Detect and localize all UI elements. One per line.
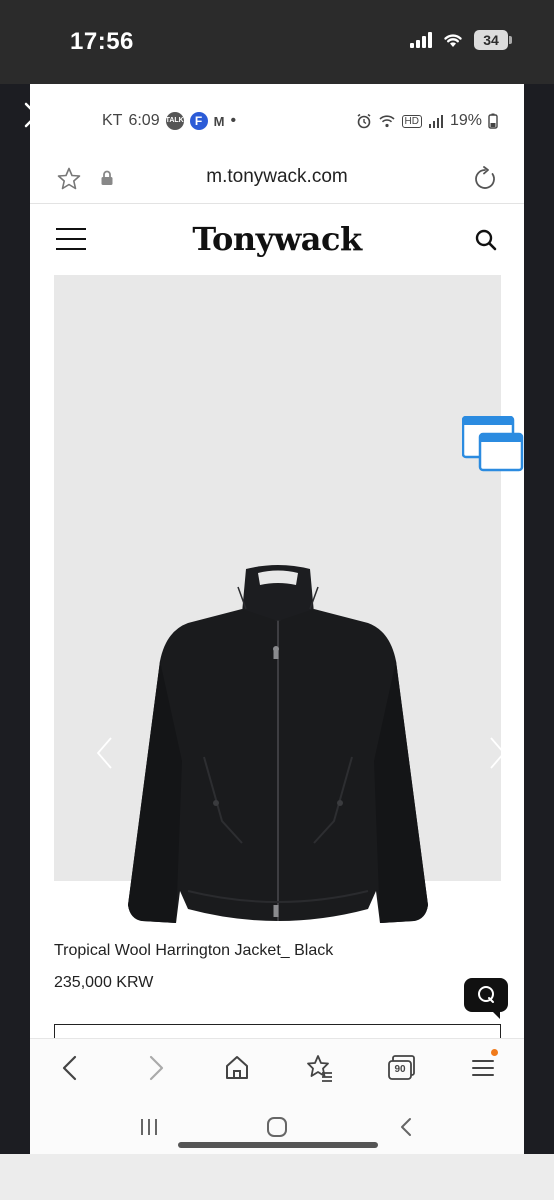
chat-q-icon [478, 986, 494, 1003]
ios-status-icons: 34 [410, 30, 512, 50]
system-back-icon[interactable] [394, 1114, 420, 1140]
cell-signal-icon [428, 115, 443, 128]
popup-window-icon[interactable] [462, 416, 524, 474]
ios-time: 17:56 [70, 28, 134, 55]
signal-icon [410, 32, 432, 48]
chat-button[interactable] [464, 978, 508, 1019]
carrier-label: KT [102, 112, 123, 129]
browser-bottom-nav: 90 [30, 1038, 524, 1098]
wifi-icon [444, 34, 462, 47]
android-time: 6:09 [128, 112, 160, 129]
left-side-strip [0, 84, 30, 1154]
kakaotalk-icon: TALK [165, 112, 184, 130]
site-header: Tonywack [30, 206, 524, 272]
android-status-bar: KT 6:09 TALK F M • HD 19% [30, 84, 524, 158]
back-icon[interactable] [56, 1053, 86, 1083]
hd-voice-icon: HD [401, 114, 422, 128]
product-image[interactable] [54, 275, 506, 923]
tabs-icon[interactable]: 90 [386, 1053, 416, 1083]
m-app-icon: M [213, 113, 225, 129]
ios-bottom-bar [0, 1154, 554, 1200]
ios-status-bar: 17:56 34 [0, 0, 554, 84]
home-indicator[interactable] [178, 1142, 378, 1148]
android-status-right: HD 19% [356, 112, 498, 130]
recent-apps-icon[interactable] [136, 1114, 162, 1140]
battery-saver-icon [488, 113, 498, 129]
product-name: Tropical Wool Harrington Jacket_ Black [54, 942, 334, 959]
home-icon[interactable] [222, 1053, 252, 1083]
alarm-icon [357, 113, 370, 129]
home-button-icon[interactable] [264, 1114, 290, 1140]
menu-icon[interactable] [468, 1053, 498, 1083]
android-status-left: KT 6:09 TALK F M • [102, 112, 236, 130]
site-logo[interactable]: Tonywack [30, 220, 524, 258]
bookmark-list-icon[interactable] [304, 1053, 334, 1083]
reload-icon[interactable] [472, 166, 498, 192]
forward-icon[interactable] [140, 1053, 170, 1083]
menu-notification-dot [491, 1049, 498, 1056]
url-text[interactable]: m.tonywack.com [30, 166, 524, 188]
jacket-photo [128, 565, 428, 923]
f-app-icon: F [189, 112, 208, 130]
wifi-icon-android [378, 115, 395, 128]
tabs-count: 90 [394, 1064, 406, 1075]
battery-icon: 34 [474, 30, 512, 50]
chevron-left-icon[interactable] [94, 735, 114, 771]
android-battery-percent: 19% [449, 112, 482, 129]
browser-url-bar[interactable]: m.tonywack.com [30, 158, 524, 204]
phone-screenshot: KT 6:09 TALK F M • HD 19% m.tonywack.com… [30, 84, 524, 1154]
search-icon[interactable] [474, 228, 498, 252]
android-system-nav [30, 1098, 524, 1154]
chevron-right-icon[interactable] [488, 735, 508, 771]
more-notifications-dot: • [230, 112, 237, 129]
product-price: 235,000 KRW [54, 974, 154, 991]
right-side-strip [524, 84, 554, 1154]
